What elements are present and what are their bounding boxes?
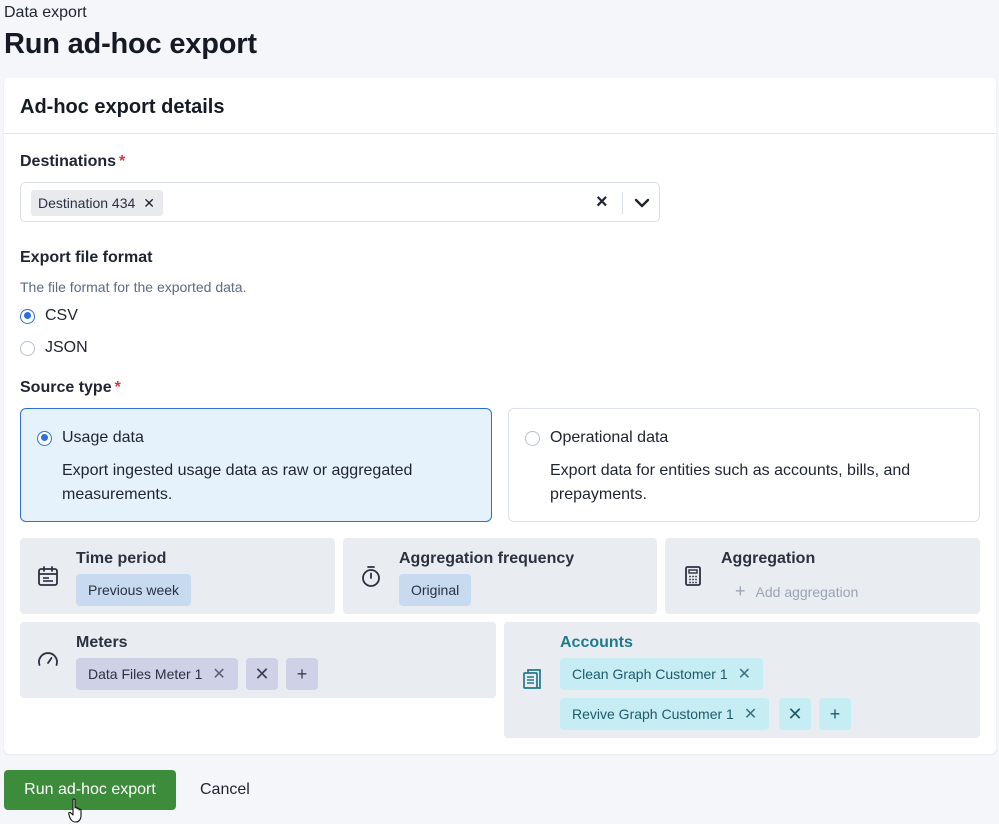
page-title: Run ad-hoc export [4,28,257,60]
radio-csv-button[interactable] [20,308,35,324]
aggregation-frequency-label: Aggregation frequency [399,550,575,567]
source-operational-data-card[interactable]: Operational data Export data for entitie… [508,408,980,522]
account-chip-label: Clean Graph Customer 1 [572,666,728,682]
add-meter-button[interactable]: + [286,658,318,690]
remove-meter-icon[interactable]: ✕ [212,664,225,684]
aggregation-tile[interactable]: Aggregation + Add aggregation [665,538,980,614]
time-period-value-text: Previous week [88,582,180,598]
time-period-value[interactable]: Previous week [76,574,192,606]
meters-tile[interactable]: Meters Data Files Meter 1 ✕ ✕ + [20,622,496,698]
radio-csv-label: CSV [45,307,78,324]
chevron-down-icon[interactable] [633,194,651,212]
accounts-label: Accounts [560,634,633,651]
remove-account-icon[interactable]: ✕ [744,704,757,724]
radio-json-button[interactable] [20,340,35,356]
export-details-card: Ad-hoc export details Destinations * Dest… [4,78,996,754]
radio-csv[interactable]: CSV [20,307,78,325]
aggregation-frequency-tile[interactable]: Aggregation frequency Original [343,538,657,614]
destination-chip: Destination 434 ✕ [31,190,164,216]
source-usage-data-card[interactable]: Usage data Export ingested usage data as… [20,408,492,522]
source-type-label: Source type * [20,379,121,397]
run-export-label: Run ad-hoc export [24,781,156,798]
usage-data-description: Export ingested usage data as raw or agg… [62,462,413,503]
remove-account-icon[interactable]: ✕ [738,664,751,684]
clear-meters-button[interactable]: ✕ [246,658,278,690]
accounts-icon [523,669,541,689]
gauge-icon [38,652,58,666]
radio-json-label: JSON [45,339,88,356]
destinations-label-text: Destinations [20,153,117,170]
add-aggregation-label: Add aggregation [755,583,859,600]
source-type-label-text: Source type [20,379,112,396]
aggregation-frequency-value[interactable]: Original [399,574,472,606]
aggregation-label: Aggregation [721,550,816,567]
close-icon: ✕ [787,703,803,724]
required-mark: * [119,153,126,170]
cancel-button[interactable]: Cancel [200,781,250,799]
meters-label: Meters [76,634,128,651]
meter-chip: Data Files Meter 1 ✕ [76,658,238,690]
stopwatch-icon [362,566,380,587]
account-chip: Clean Graph Customer 1 ✕ [560,658,764,690]
close-icon: ✕ [254,663,270,684]
breadcrumb: Data export [4,4,87,21]
aggregation-frequency-value-text: Original [411,582,460,598]
file-format-label: Export file format [20,249,153,266]
usage-data-radio[interactable] [37,430,52,446]
operational-data-title: Operational data [550,429,669,446]
account-chip: Revive Graph Customer 1 ✕ [560,698,770,730]
destination-chip-label: Destination 434 [38,195,136,211]
radio-json[interactable]: JSON [20,339,88,357]
destinations-label: Destinations * [20,153,125,171]
account-chip-label: Revive Graph Customer 1 [572,706,734,722]
plus-icon: + [829,703,841,724]
clear-accounts-button[interactable]: ✕ [779,698,811,730]
plus-icon: + [735,581,746,601]
run-export-button[interactable]: Run ad-hoc export [4,770,176,810]
operational-data-radio[interactable] [525,430,540,446]
calendar-icon [38,566,58,586]
time-period-label: Time period [76,550,167,567]
card-title: Ad-hoc export details [4,78,996,134]
calculator-icon [685,566,701,586]
plus-icon: + [296,663,308,684]
destinations-select[interactable]: Destination 434 ✕ × [20,182,660,222]
remove-destination-icon[interactable]: ✕ [143,195,155,212]
meter-chip-label: Data Files Meter 1 [88,666,203,682]
hand-cursor-icon [68,798,82,823]
file-format-help: The file format for the exported data. [20,279,247,295]
usage-data-title: Usage data [62,429,144,446]
select-divider [622,192,623,214]
time-period-tile[interactable]: Time period Previous week [20,538,335,614]
operational-data-description: Export data for entities such as account… [550,462,911,503]
add-aggregation-button[interactable]: + Add aggregation [735,581,858,602]
add-account-button[interactable]: + [819,698,851,730]
clear-selection-icon[interactable]: × [596,191,608,213]
required-mark: * [114,379,121,396]
accounts-tile[interactable]: Accounts Clean Graph Customer 1 ✕ Revive… [504,622,980,738]
